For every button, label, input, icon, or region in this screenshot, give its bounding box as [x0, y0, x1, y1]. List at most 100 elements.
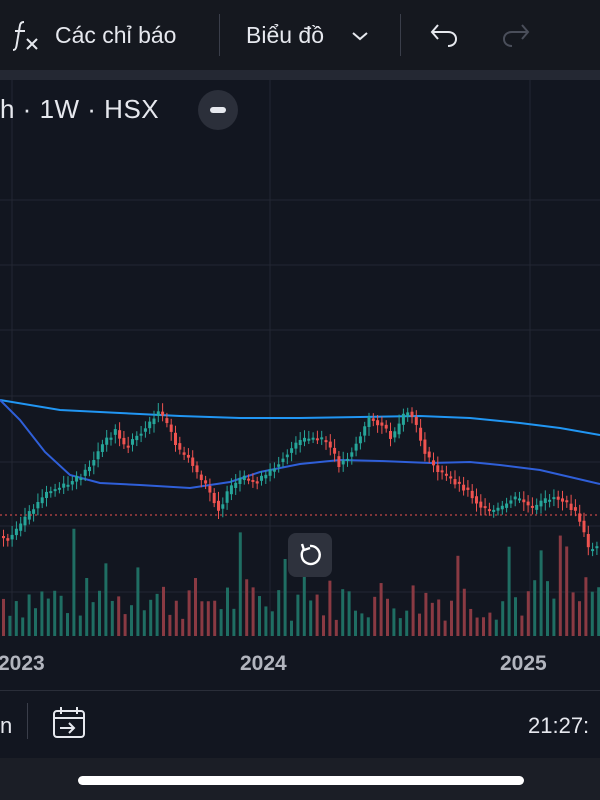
symbol-legend[interactable]: h · 1W · HSX — [0, 94, 159, 125]
volume-bar — [168, 614, 172, 636]
volume-bar — [78, 615, 82, 636]
candle-body — [586, 534, 590, 548]
candle-body — [573, 507, 577, 511]
volume-bar — [283, 558, 287, 636]
candle-body — [406, 412, 410, 417]
candle-body — [427, 451, 431, 458]
candle-body — [337, 456, 341, 468]
candle-body — [526, 501, 530, 506]
volume-bar — [328, 580, 332, 636]
indicators-button[interactable] — [10, 18, 42, 52]
candle-body — [195, 465, 199, 473]
candle-body — [462, 484, 466, 491]
toolbar-separator — [0, 70, 600, 80]
candle-body — [131, 439, 134, 445]
volume-bar — [315, 594, 319, 636]
candle-body — [96, 451, 100, 460]
volume-bar — [366, 617, 370, 636]
candle-body — [255, 481, 259, 484]
candle-body — [414, 417, 418, 425]
candle-body — [79, 477, 83, 480]
volume-bar — [546, 581, 549, 636]
candle-body — [582, 520, 586, 533]
candle-body — [199, 474, 203, 481]
toolbar-divider — [219, 14, 220, 56]
candle-body — [2, 536, 5, 539]
candle-body — [264, 474, 268, 479]
candle-body — [315, 438, 319, 441]
volume-bar — [290, 620, 293, 636]
candle-body — [75, 475, 79, 482]
candle-body — [376, 420, 380, 426]
candle-body — [139, 433, 143, 436]
candle-body — [6, 538, 10, 541]
bottom-toolbar: n 21:27: — [0, 690, 600, 759]
volume-bar — [40, 591, 44, 636]
collapse-legend-button[interactable] — [198, 90, 238, 130]
redo-icon[interactable] — [500, 22, 532, 48]
candle-body — [311, 437, 315, 440]
volume-bar — [437, 599, 441, 636]
candle-body — [333, 447, 337, 454]
volume-bar — [8, 615, 12, 636]
chevron-down-icon[interactable] — [350, 26, 370, 46]
candle-body — [324, 440, 328, 443]
x-axis-label: 2025 — [500, 652, 547, 675]
volume-bar — [149, 599, 153, 636]
volume-bar — [386, 598, 389, 636]
candle-body — [496, 507, 500, 511]
candle-body — [565, 500, 569, 503]
candle-body — [221, 504, 225, 509]
candle-body — [204, 480, 208, 484]
volume-bar — [443, 620, 447, 636]
indicators-label[interactable]: Các chỉ báo — [55, 22, 176, 49]
volume-bar — [578, 601, 581, 636]
candle-body — [10, 534, 14, 540]
volume-bar — [206, 601, 210, 636]
candle-body — [444, 473, 448, 476]
candle-body — [156, 411, 160, 416]
candle-body — [242, 475, 246, 481]
candle-body — [500, 505, 504, 510]
candle-body — [143, 428, 147, 432]
volume-bar — [456, 555, 460, 636]
candle-body — [440, 470, 444, 473]
volume-bar — [488, 612, 492, 636]
moving-average-line — [0, 399, 600, 436]
calendar-goto-icon[interactable] — [50, 705, 88, 741]
volume-bar — [238, 532, 242, 636]
volume-bar — [53, 590, 57, 636]
candle-body — [513, 496, 517, 500]
candle-body — [268, 469, 272, 476]
volume-bar — [360, 613, 364, 636]
candle-body — [45, 491, 48, 498]
candle-body — [561, 498, 564, 502]
volume-bar — [130, 605, 133, 636]
candle-body — [247, 478, 251, 481]
volume-bar — [264, 606, 268, 636]
chart-type-label[interactable]: Biểu đồ — [246, 22, 324, 49]
volume-bar — [539, 550, 543, 636]
volume-bar — [309, 600, 313, 636]
candle-body — [152, 418, 156, 425]
home-indicator[interactable] — [78, 776, 524, 785]
volume-bar — [398, 618, 402, 636]
candle-body — [569, 503, 573, 510]
volume-bar — [91, 602, 95, 636]
candle-body — [208, 485, 212, 493]
top-toolbar: Các chỉ báo Biểu đồ — [0, 0, 600, 70]
reset-chart-button[interactable] — [288, 533, 332, 577]
volume-bar — [354, 610, 357, 636]
volume-bar — [501, 601, 505, 636]
volume-bar — [526, 591, 530, 636]
range-label[interactable]: n — [0, 713, 12, 739]
candle-body — [53, 489, 57, 492]
candle-body — [277, 464, 281, 467]
candle-body — [466, 487, 470, 490]
candle-body — [225, 491, 229, 503]
volume-bar — [187, 590, 191, 636]
undo-icon[interactable] — [428, 22, 460, 48]
volume-bar — [418, 613, 421, 636]
volume-bar — [245, 579, 249, 636]
candle-body — [148, 421, 152, 429]
